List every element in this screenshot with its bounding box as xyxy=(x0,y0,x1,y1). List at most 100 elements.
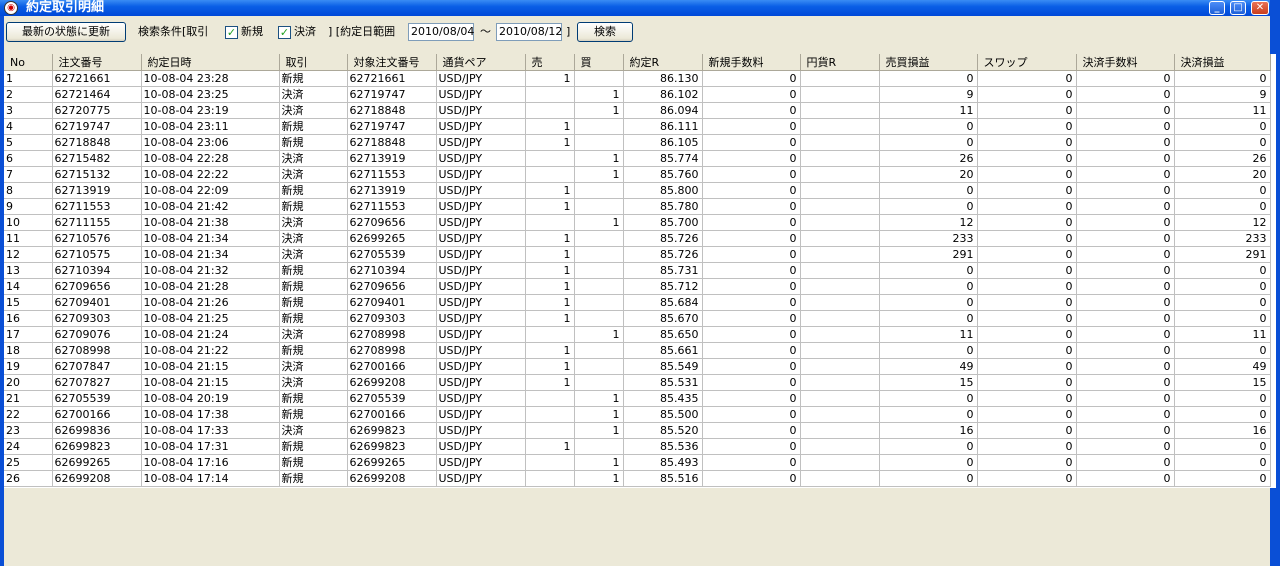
table-cell: 62711553 xyxy=(52,198,142,215)
table-cell: 291 xyxy=(1174,246,1271,263)
column-header[interactable]: 決済損益 xyxy=(1174,54,1271,71)
table-row[interactable]: 24 62699823 10-08-04 17:31 新規 62699823 USD/JP… xyxy=(4,438,1271,455)
table-cell: 0 xyxy=(1076,390,1175,407)
column-header[interactable]: 買 xyxy=(574,54,624,71)
table-row[interactable]: 9 62711553 10-08-04 21:42 新規 62711553 USD/JPY… xyxy=(4,198,1271,215)
table-header: No 注文番号 約定日時 取引 対象注文番号 通貨ペア売買約定R 新規手数料 円貨R 売買損益ス… xyxy=(4,54,1271,71)
column-header[interactable]: 円貨R xyxy=(800,54,880,71)
table-cell: USD/JPY xyxy=(436,166,526,183)
table-cell: 62721661 xyxy=(52,70,142,87)
table-row[interactable]: 11 62710576 10-08-04 21:34 決済 62699265 USD/JP… xyxy=(4,230,1271,247)
table-row[interactable]: 19 62707847 10-08-04 21:15 決済 62700166 USD/JP… xyxy=(4,358,1271,375)
column-header[interactable]: スワップ xyxy=(977,54,1077,71)
table-cell: 0 xyxy=(977,326,1077,343)
table-cell xyxy=(800,454,880,471)
table-cell: 0 xyxy=(702,438,801,455)
table-cell: 0 xyxy=(879,390,978,407)
table-cell: USD/JPY xyxy=(436,102,526,119)
table-row[interactable]: 2 62721464 10-08-04 23:25 決済 62719747 USD/JPY… xyxy=(4,86,1271,103)
table-cell: 0 xyxy=(1076,406,1175,423)
table-cell: 0 xyxy=(879,470,978,487)
table-cell: 7 xyxy=(4,166,53,183)
table-row[interactable]: 8 62713919 10-08-04 22:09 新規 62713919 USD/JPY… xyxy=(4,182,1271,199)
maximize-button[interactable]: □ xyxy=(1230,1,1246,15)
table-row[interactable]: 5 62718848 10-08-04 23:06 新規 62718848 USD/JPY… xyxy=(4,134,1271,151)
column-header[interactable]: 通貨ペア xyxy=(436,54,526,71)
date-from-field[interactable]: 2010/08/04 xyxy=(408,23,474,41)
toolbar: 最新の状態に更新 検索条件[取引 ✓ 新規 ✓ 決済 ] [約定日範囲 2010… xyxy=(4,22,1270,44)
table-cell: 0 xyxy=(977,134,1077,151)
table-row[interactable]: 7 62715132 10-08-04 22:22 決済 62711553 USD/JPY… xyxy=(4,166,1271,183)
table-row[interactable]: 4 62719747 10-08-04 23:11 新規 62719747 USD/JPY… xyxy=(4,118,1271,135)
table-cell: 0 xyxy=(1076,374,1175,391)
table-cell: 0 xyxy=(1076,326,1175,343)
new-checkbox[interactable]: ✓ xyxy=(225,26,238,39)
table-cell: 0 xyxy=(1174,182,1271,199)
table-cell: 1 xyxy=(525,278,575,295)
table-row[interactable]: 13 62710394 10-08-04 21:32 新規 62710394 USD/JP… xyxy=(4,262,1271,279)
table-cell xyxy=(800,182,880,199)
table-cell: 0 xyxy=(879,342,978,359)
table-row[interactable]: 1 62721661 10-08-04 23:28 新規 62721661 USD/JPY… xyxy=(4,70,1271,87)
table-cell xyxy=(800,326,880,343)
title-bar[interactable]: ◉ 約定取引明細 _ □ ✕ xyxy=(0,0,1280,16)
table-cell: 62699823 xyxy=(347,438,437,455)
column-header[interactable]: 取引 xyxy=(279,54,348,71)
column-header[interactable]: 注文番号 xyxy=(52,54,142,71)
table-row[interactable]: 14 62709656 10-08-04 21:28 新規 62709656 USD/JP… xyxy=(4,278,1271,295)
column-header[interactable]: 決済手数料 xyxy=(1076,54,1175,71)
table-cell: 17 xyxy=(4,326,53,343)
table-cell: 26 xyxy=(879,150,978,167)
search-button[interactable]: 検索 xyxy=(577,22,633,42)
table-cell xyxy=(800,374,880,391)
table-row[interactable]: 20 62707827 10-08-04 21:15 決済 62699208 USD/JP… xyxy=(4,374,1271,391)
table-cell: USD/JPY xyxy=(436,374,526,391)
column-header[interactable]: 売買損益 xyxy=(879,54,978,71)
table-row[interactable]: 15 62709401 10-08-04 21:26 新規 62709401 USD/JP… xyxy=(4,294,1271,311)
table-cell: 0 xyxy=(977,438,1077,455)
table-row[interactable]: 6 62715482 10-08-04 22:28 決済 62713919 USD/JPY… xyxy=(4,150,1271,167)
table-row[interactable]: 16 62709303 10-08-04 21:25 新規 62709303 USD/JP… xyxy=(4,310,1271,327)
table-cell: 62718848 xyxy=(347,134,437,151)
table-cell: 62719747 xyxy=(52,118,142,135)
table-cell: 15 xyxy=(4,294,53,311)
column-header[interactable]: No xyxy=(4,54,53,71)
column-header[interactable]: 売 xyxy=(525,54,575,71)
table-cell: 0 xyxy=(1076,198,1175,215)
table-cell: USD/JPY xyxy=(436,294,526,311)
table-cell: 1 xyxy=(4,70,53,87)
column-header[interactable]: 約定日時 xyxy=(141,54,280,71)
table-row[interactable]: 3 62720775 10-08-04 23:19 決済 62718848 USD/JPY… xyxy=(4,102,1271,119)
table-row[interactable]: 23 62699836 10-08-04 17:33 決済 62699823 USD/JP… xyxy=(4,422,1271,439)
table-cell: 62718848 xyxy=(347,102,437,119)
table-row[interactable]: 18 62708998 10-08-04 21:22 新規 62708998 USD/JP… xyxy=(4,342,1271,359)
table-row[interactable]: 22 62700166 10-08-04 17:38 新規 62700166 USD/JP… xyxy=(4,406,1271,423)
column-header[interactable]: 新規手数料 xyxy=(702,54,801,71)
refresh-button[interactable]: 最新の状態に更新 xyxy=(6,22,126,42)
table-cell: 62709303 xyxy=(347,310,437,327)
table-row[interactable]: 10 62711155 10-08-04 21:38 決済 62709656 USD/JP… xyxy=(4,214,1271,231)
close-button[interactable]: ✕ xyxy=(1251,1,1269,15)
table-cell xyxy=(525,454,575,471)
table-cell: 1 xyxy=(574,470,624,487)
trade-table: No 注文番号 約定日時 取引 対象注文番号 通貨ペア売買約定R 新規手数料 円貨R 売買損益ス… xyxy=(4,54,1276,488)
table-cell: USD/JPY xyxy=(436,230,526,247)
table-cell: 10-08-04 20:19 xyxy=(141,390,280,407)
table-cell: 0 xyxy=(1174,342,1271,359)
table-cell: 0 xyxy=(1174,406,1271,423)
minimize-button[interactable]: _ xyxy=(1209,1,1225,15)
table-row[interactable]: 26 62699208 10-08-04 17:14 新規 62699208 USD/JP… xyxy=(4,470,1271,487)
date-to-field[interactable]: 2010/08/12 xyxy=(496,23,562,41)
column-header[interactable]: 対象注文番号 xyxy=(347,54,437,71)
column-header[interactable]: 約定R xyxy=(623,54,703,71)
table-row[interactable]: 25 62699265 10-08-04 17:16 新規 62699265 USD/JP… xyxy=(4,454,1271,471)
settle-checkbox[interactable]: ✓ xyxy=(278,26,291,39)
app-icon[interactable]: ◉ xyxy=(4,1,18,15)
table-cell xyxy=(574,374,624,391)
table-row[interactable]: 21 62705539 10-08-04 20:19 新規 62705539 USD/JP… xyxy=(4,390,1271,407)
table-row[interactable]: 12 62710575 10-08-04 21:34 決済 62705539 USD/JP… xyxy=(4,246,1271,263)
table-cell xyxy=(800,358,880,375)
table-cell: USD/JPY xyxy=(436,422,526,439)
table-cell: 0 xyxy=(1174,390,1271,407)
table-row[interactable]: 17 62709076 10-08-04 21:24 決済 62708998 USD/JP… xyxy=(4,326,1271,343)
